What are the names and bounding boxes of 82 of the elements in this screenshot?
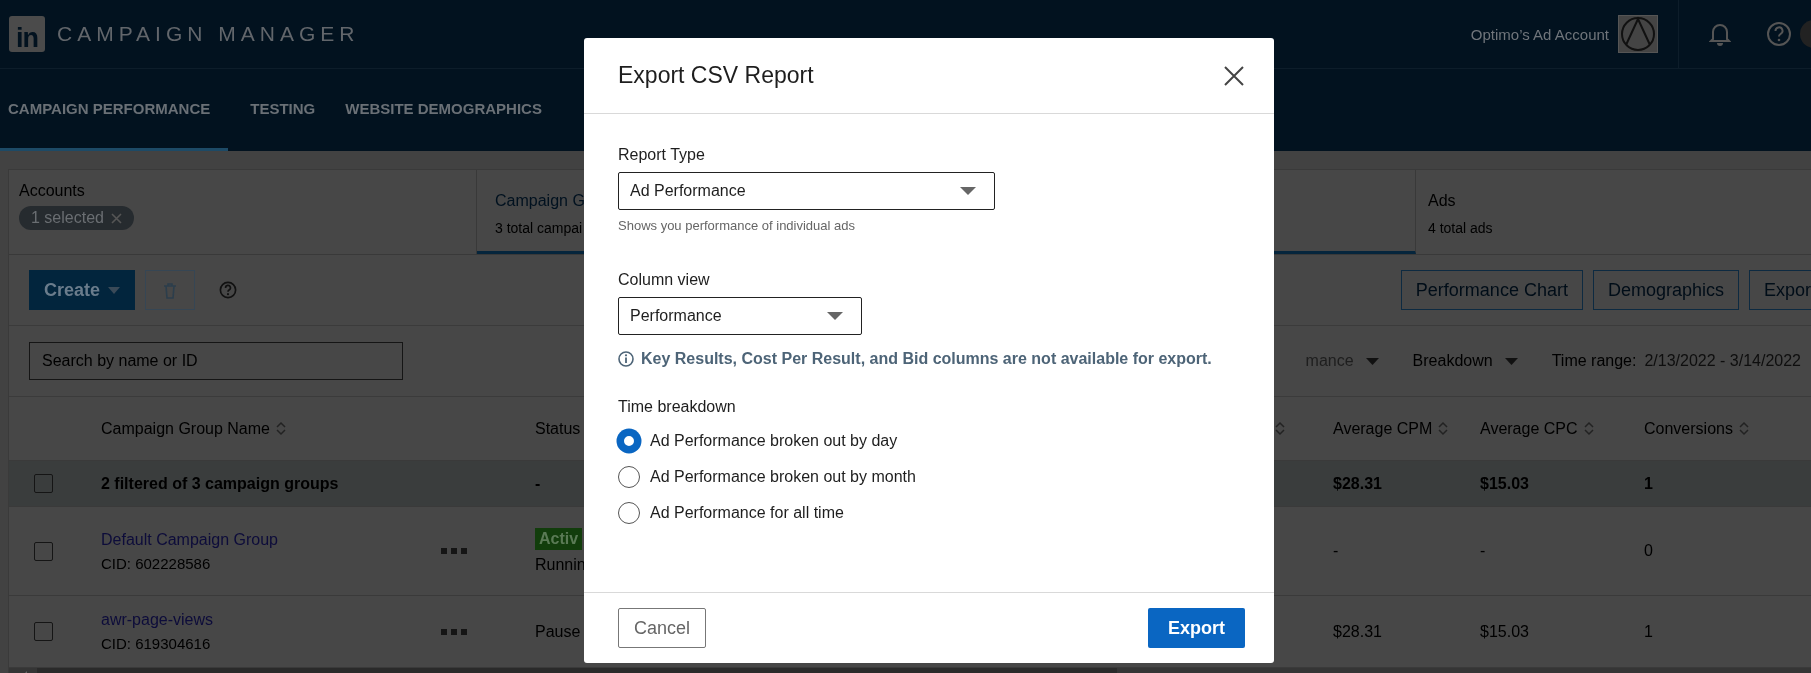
close-icon[interactable]: [1224, 65, 1244, 86]
entity-tab-title: Accounts: [19, 182, 86, 200]
field-label: Time breakdown: [618, 398, 737, 416]
summary-label: 2 filtered of 3 campaign groups: [101, 474, 339, 493]
app-title: CAMPAIGN MANAGER: [57, 22, 360, 46]
table-cell: 1: [1644, 474, 1653, 493]
status-text: Runnin: [535, 556, 586, 574]
caret-icon: [1365, 357, 1379, 365]
logo-icon: in: [9, 16, 45, 52]
more-icon[interactable]: [441, 628, 467, 635]
column-header[interactable]: Average CPM: [1333, 419, 1449, 438]
more-icon[interactable]: [441, 548, 467, 554]
create-button[interactable]: Create: [29, 270, 136, 310]
status-text: Pause: [535, 622, 581, 641]
entity-tab[interactable]: Accounts 1 selected: [9, 170, 477, 254]
selection-chip[interactable]: 1 selected: [19, 206, 134, 230]
field-hint: Shows you performance of individual ads: [618, 218, 857, 233]
entity-tab-title: Campaign G: [495, 192, 586, 210]
account-name[interactable]: Optimo’s Ad Account: [1470, 25, 1609, 43]
campaign-id: CID: 602228586: [101, 554, 212, 572]
campaign-id: CID: 619304616: [101, 635, 212, 652]
entity-tab-title: Ads: [1428, 192, 1457, 210]
table-cell: $15.03: [1480, 474, 1529, 493]
field-label: Column view: [618, 271, 711, 289]
status-text: -: [535, 474, 541, 493]
sort-icon: [1738, 421, 1749, 436]
table-cell: $28.31: [1333, 474, 1382, 493]
radio-option[interactable]: Ad Performance broken out by month: [618, 466, 916, 488]
toolbar-button[interactable]: Expor: [1748, 270, 1811, 310]
sort-icon: [1583, 421, 1594, 436]
column-header[interactable]: Status: [535, 419, 581, 438]
campaign-group-link[interactable]: Default Campaign Group: [101, 530, 278, 549]
dialog-title: Export CSV Report: [618, 62, 814, 89]
table-cell: -: [1480, 542, 1486, 560]
toolbar-button[interactable]: Performance Chart: [1400, 270, 1583, 310]
row-checkbox[interactable]: [34, 541, 53, 561]
nav-tab[interactable]: TESTING: [242, 69, 324, 151]
column-header[interactable]: Conversions: [1644, 419, 1749, 438]
cancel-button[interactable]: Cancel: [618, 608, 707, 648]
caret-icon: [108, 286, 121, 294]
toolbar-button[interactable]: Demographics: [1592, 270, 1739, 310]
caret-icon: [1504, 357, 1518, 365]
time-range-value[interactable]: 2/13/2022 - 3/14/2022: [1644, 352, 1801, 370]
filter-dropdown[interactable]: Breakdown: [1412, 352, 1518, 370]
column-header[interactable]: Campaign Group Name: [101, 419, 286, 438]
entity-tab[interactable]: Ads 4 total ads: [1416, 170, 1811, 254]
bell-icon[interactable]: [1709, 22, 1731, 46]
help-icon[interactable]: [219, 281, 238, 299]
sort-icon[interactable]: [1275, 421, 1285, 436]
campaign-group-link[interactable]: awr-page-views: [101, 611, 214, 629]
account-logo-icon[interactable]: [1618, 15, 1658, 53]
delete-button[interactable]: [145, 270, 196, 310]
table-cell: 1: [1644, 622, 1653, 641]
column-header[interactable]: Average CPC: [1480, 419, 1594, 438]
sort-icon: [275, 421, 286, 436]
nav-tab[interactable]: WEBSITE DEMOGRAPHICS: [337, 69, 550, 151]
caret-icon: [960, 187, 976, 195]
row-checkbox[interactable]: [34, 474, 53, 493]
info-icon: [618, 351, 634, 367]
table-cell: $28.31: [1333, 622, 1382, 641]
status-badge: Activ: [535, 528, 583, 550]
help-icon[interactable]: [1766, 21, 1792, 47]
search-field[interactable]: Search by name or ID: [29, 342, 403, 380]
table-cell: 0: [1644, 542, 1653, 560]
trash-icon: [163, 281, 178, 299]
nav-tab[interactable]: CAMPAIGN PERFORMANCE: [0, 69, 229, 151]
entity-tab-count: 4 total ads: [1428, 220, 1493, 236]
sort-icon: [1438, 421, 1449, 436]
export-button[interactable]: Export: [1148, 608, 1245, 648]
radio-option[interactable]: Ad Performance for all time: [618, 502, 844, 524]
table-cell: -: [1333, 542, 1339, 560]
entity-tab-count: 3 total campai: [495, 220, 583, 236]
column-view-dropdown[interactable]: Performance: [618, 297, 862, 335]
field-label: Report Type: [618, 146, 706, 164]
table-cell: $15.03: [1480, 622, 1529, 641]
avatar-icon[interactable]: [1799, 19, 1811, 49]
caret-icon: [827, 312, 843, 320]
row-checkbox[interactable]: [34, 622, 53, 641]
report-type-dropdown[interactable]: Ad Performance: [618, 172, 995, 210]
time-range-label: Time range:: [1551, 352, 1637, 370]
info-note: Key Results, Cost Per Result, and Bid columns are not available for export.: [641, 350, 1212, 368]
radio-option[interactable]: Ad Performance broken out by day: [618, 430, 898, 452]
